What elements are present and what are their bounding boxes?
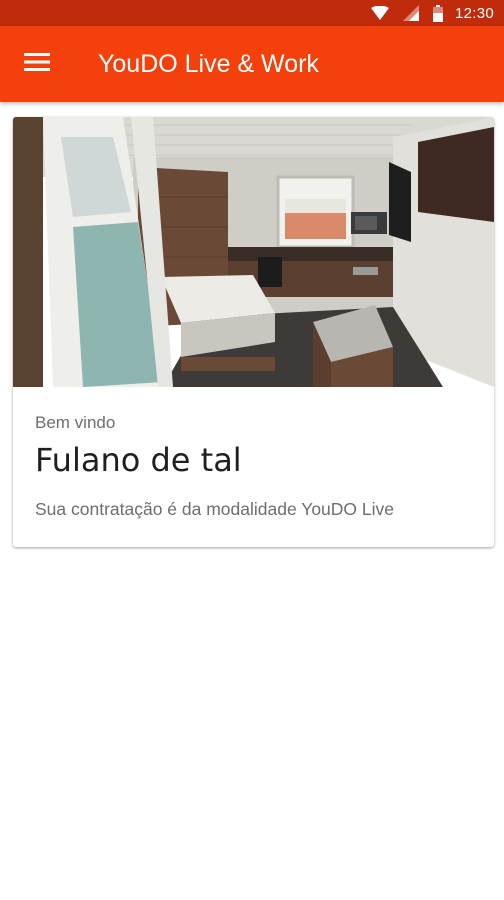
battery-icon — [432, 4, 443, 22]
hamburger-menu-icon — [24, 52, 50, 77]
welcome-label: Bem vindo — [35, 413, 116, 432]
room-photo — [13, 117, 494, 387]
cell-signal-icon — [402, 5, 419, 21]
menu-button[interactable] — [0, 26, 74, 102]
card-body: Bem vindo Fulano de tal Sua contratação … — [13, 387, 494, 520]
status-time: 12:30 — [454, 4, 494, 22]
welcome-card[interactable]: Bem vindo Fulano de tal Sua contratação … — [13, 117, 494, 547]
app-title: YouDO Live & Work — [98, 49, 319, 78]
status-bar: 12:30 — [0, 0, 504, 26]
wifi-icon — [370, 6, 389, 20]
app-bar: YouDO Live & Work — [0, 26, 504, 102]
user-name: Fulano de tal — [35, 441, 242, 479]
plan-description: Sua contratação é da modalidade YouDO Li… — [35, 499, 395, 519]
